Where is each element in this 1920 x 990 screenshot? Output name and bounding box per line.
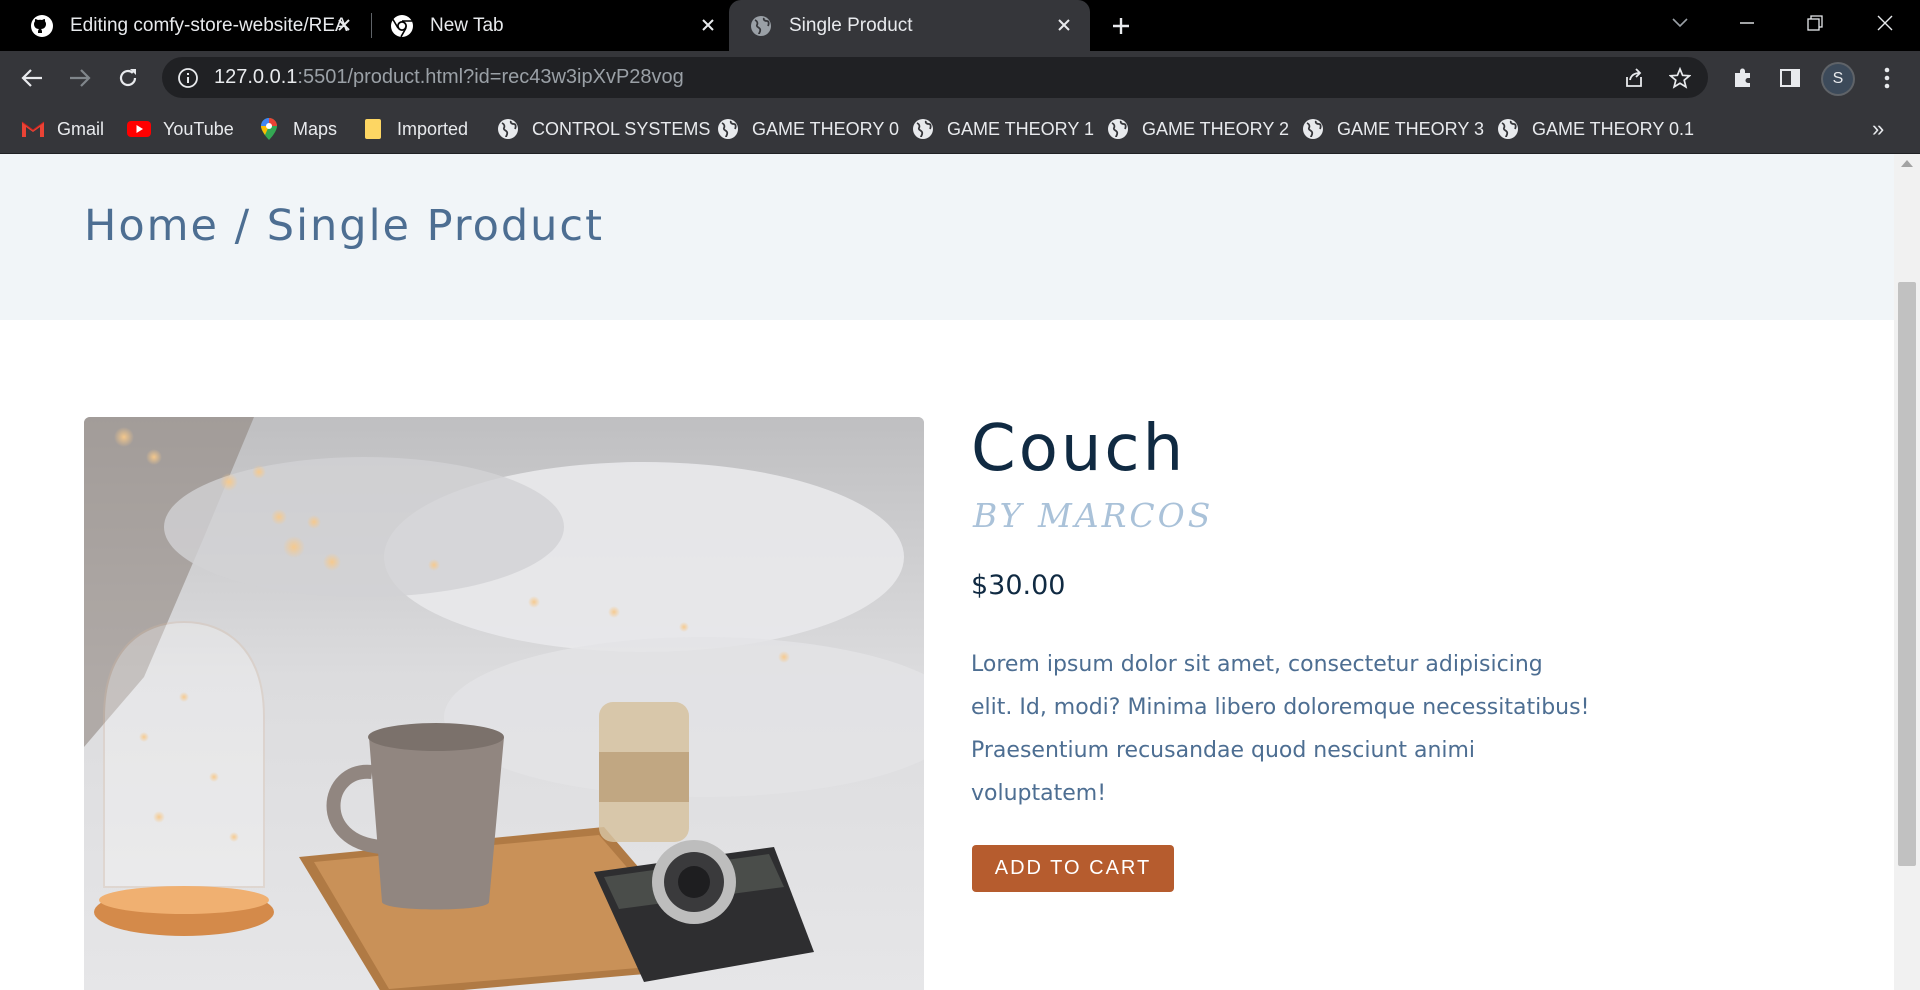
tab-title: Single Product xyxy=(789,14,913,36)
page-content: Home / Single Product Couch BY MARCOS $3… xyxy=(0,154,1894,990)
bookmark-label: GAME THEORY 1 xyxy=(947,118,1095,139)
tab-search-button[interactable] xyxy=(1660,6,1700,40)
bookmark-label: Gmail xyxy=(57,118,105,139)
browser-toolbar: 127.0.0.1:5501/product.html?id=rec43w3ip… xyxy=(0,51,1920,104)
bookmark-game-theory-0[interactable]: GAME THEORY 0 xyxy=(716,114,899,144)
product-title: Couch xyxy=(971,412,1187,486)
breadcrumb: Home / Single Product xyxy=(84,201,604,251)
tab-single-product[interactable]: Single Product xyxy=(729,0,1090,51)
tab-title: Editing comfy-store-website/REA xyxy=(70,14,348,36)
bookmark-control-systems[interactable]: CONTROL SYSTEMS xyxy=(496,114,710,144)
profile-avatar[interactable]: S xyxy=(1823,64,1853,94)
reload-button[interactable] xyxy=(109,59,147,97)
bookmark-label: Imported xyxy=(397,118,469,139)
scrollbar-thumb[interactable] xyxy=(1898,282,1916,866)
new-tab-button[interactable] xyxy=(1104,10,1138,42)
bookmark-game-theory-2[interactable]: GAME THEORY 2 xyxy=(1106,114,1289,144)
bookmarks-bar: Gmail YouTube Maps Imported CONTROL SYST… xyxy=(0,104,1920,154)
close-window-button[interactable] xyxy=(1865,6,1905,40)
restore-button[interactable] xyxy=(1795,6,1835,40)
close-icon xyxy=(1877,15,1893,31)
chrome-icon xyxy=(389,13,415,39)
globe-icon xyxy=(748,13,774,39)
folder-icon xyxy=(361,117,385,141)
minimize-icon xyxy=(1740,22,1754,24)
globe-icon xyxy=(496,117,520,141)
product-image xyxy=(84,417,924,990)
globe-icon xyxy=(1106,117,1130,141)
url-text[interactable]: 127.0.0.1:5501/product.html?id=rec43w3ip… xyxy=(214,66,684,89)
scroll-up-arrow-icon[interactable] xyxy=(1901,160,1913,167)
bookmark-label: Maps xyxy=(293,118,338,139)
globe-icon xyxy=(911,117,935,141)
info-icon[interactable] xyxy=(174,64,202,92)
close-icon[interactable] xyxy=(1052,13,1076,37)
menu-button[interactable] xyxy=(1870,61,1904,95)
gmail-icon xyxy=(21,117,45,141)
url-path: :5501/product.html?id=rec43w3ipXvP28vog xyxy=(297,66,684,88)
github-icon xyxy=(29,13,55,39)
bookmark-label: GAME THEORY 0 xyxy=(752,118,900,139)
tab-title: New Tab xyxy=(430,14,504,36)
globe-icon xyxy=(1301,117,1325,141)
product-price: $30.00 xyxy=(971,570,1066,601)
url-host: 127.0.0.1 xyxy=(214,66,298,88)
page-scrollbar[interactable] xyxy=(1894,154,1920,990)
tab-strip: Editing comfy-store-website/REA New Tab … xyxy=(0,0,1920,51)
tab-new-tab[interactable]: New Tab xyxy=(360,0,730,51)
plus-icon xyxy=(1113,18,1129,34)
extensions-button[interactable] xyxy=(1726,61,1760,95)
add-to-cart-button[interactable]: ADD TO CART xyxy=(972,845,1174,892)
side-panel-button[interactable] xyxy=(1773,61,1807,95)
more-vertical-icon xyxy=(1884,67,1890,89)
bookmark-label: GAME THEORY 3 xyxy=(1337,118,1485,139)
share-icon[interactable] xyxy=(1620,64,1648,92)
bookmark-imported[interactable]: Imported xyxy=(361,114,468,144)
youtube-icon xyxy=(127,117,151,141)
reload-icon xyxy=(119,69,137,87)
forward-button[interactable] xyxy=(61,59,99,97)
restore-icon xyxy=(1807,15,1823,31)
bookmark-label: YouTube xyxy=(163,118,234,139)
bookmark-maps[interactable]: Maps xyxy=(257,114,337,144)
globe-icon xyxy=(716,117,740,141)
bookmark-gmail[interactable]: Gmail xyxy=(21,114,104,144)
bookmark-label: GAME THEORY 0.1 xyxy=(1532,118,1695,139)
bookmark-game-theory-0-1[interactable]: GAME THEORY 0.1 xyxy=(1496,114,1694,144)
chevron-down-icon xyxy=(1672,18,1688,28)
bookmark-label: GAME THEORY 2 xyxy=(1142,118,1290,139)
side-panel-icon xyxy=(1780,69,1800,87)
bookmark-youtube[interactable]: YouTube xyxy=(127,114,234,144)
address-bar[interactable]: 127.0.0.1:5501/product.html?id=rec43w3ip… xyxy=(162,57,1708,98)
back-button[interactable] xyxy=(13,59,51,97)
arrow-right-icon xyxy=(70,69,91,87)
bookmark-game-theory-3[interactable]: GAME THEORY 3 xyxy=(1301,114,1484,144)
minimize-button[interactable] xyxy=(1727,6,1767,40)
star-icon[interactable] xyxy=(1666,64,1694,92)
bookmark-game-theory-1[interactable]: GAME THEORY 1 xyxy=(911,114,1094,144)
maps-pin-icon xyxy=(257,117,281,141)
product-description: Lorem ipsum dolor sit amet, consectetur … xyxy=(971,652,1590,806)
bookmark-label: CONTROL SYSTEMS xyxy=(532,118,711,139)
page-hero: Home / Single Product xyxy=(0,154,1894,320)
puzzle-icon xyxy=(1735,68,1750,87)
product-company: BY MARCOS xyxy=(973,496,1214,535)
close-icon[interactable] xyxy=(696,13,720,37)
bookmarks-overflow-button[interactable]: » xyxy=(1872,116,1884,142)
globe-icon xyxy=(1496,117,1520,141)
tab-github[interactable]: Editing comfy-store-website/REA xyxy=(0,0,370,51)
close-icon[interactable] xyxy=(332,13,356,37)
arrow-left-icon xyxy=(21,69,42,87)
